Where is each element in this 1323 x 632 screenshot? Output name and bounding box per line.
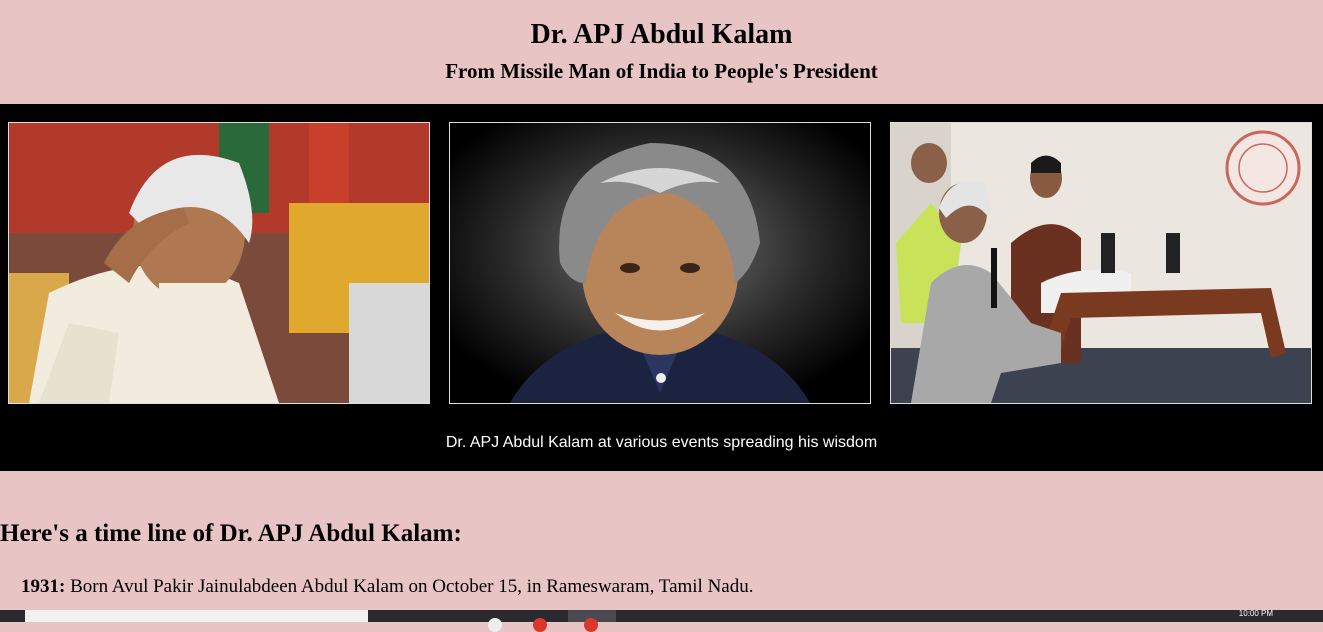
photo-gallery: Dr. APJ Abdul Kalam at various events sp… <box>0 104 1323 471</box>
timeline-heading: Here's a time line of Dr. APJ Abdul Kala… <box>0 520 462 547</box>
kalam-speaking-at-event-photo <box>890 122 1312 404</box>
page-header: Dr. APJ Abdul Kalam From Missile Man of … <box>0 0 1323 84</box>
taskbar-app-icon[interactable] <box>533 618 547 632</box>
page-subtitle: From Missile Man of India to People's Pr… <box>445 59 878 83</box>
timeline-year: 1931: <box>21 576 66 597</box>
timeline-text: Born Avul Pakir Jainulabdeen Abdul Kalam… <box>65 576 754 597</box>
taskbar-search-box[interactable] <box>25 610 368 622</box>
timeline-item: 1931: Born Avul Pakir Jainulabdeen Abdul… <box>21 576 754 598</box>
taskbar-app-icon[interactable] <box>584 618 598 632</box>
taskbar-app-icon[interactable] <box>488 618 502 632</box>
os-taskbar: 10:00 PM <box>0 609 1323 632</box>
kalam-portrait-painting <box>449 122 871 404</box>
page-title: Dr. APJ Abdul Kalam <box>530 19 793 50</box>
gallery-caption: Dr. APJ Abdul Kalam at various events sp… <box>445 434 878 451</box>
taskbar-clock[interactable]: 10:00 PM <box>1239 609 1273 618</box>
kalam-saluting-photo <box>8 122 430 404</box>
